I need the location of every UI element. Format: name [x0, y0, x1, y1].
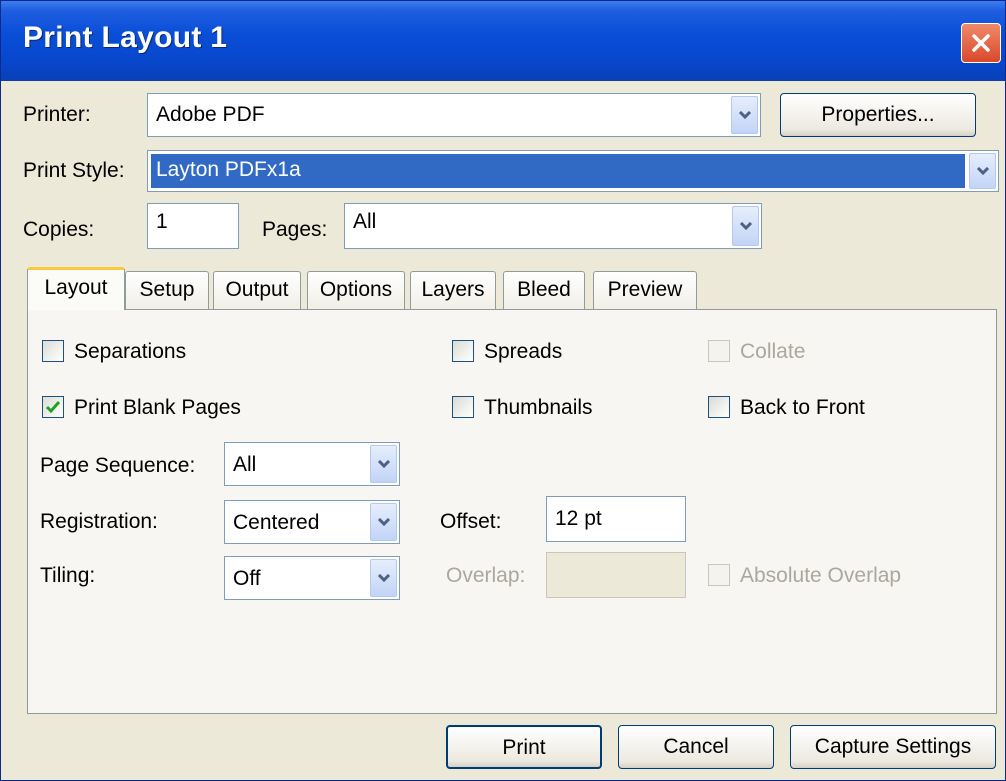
offset-input[interactable]: 12 pt [546, 496, 686, 542]
copies-value: 1 [156, 210, 168, 233]
overlap-label: Overlap: [446, 564, 526, 587]
page-sequence-select[interactable]: All [224, 442, 400, 486]
collate-label: Collate [740, 340, 806, 363]
print-style-label: Print Style: [23, 159, 125, 182]
layout-tab-panel: Separations Spreads Collate Print Blank … [27, 309, 997, 714]
registration-select[interactable]: Centered [224, 500, 400, 544]
title-bar[interactable]: Print Layout 1 [1, 1, 1005, 81]
print-style-select[interactable]: Layton PDFx1a [147, 150, 999, 192]
cancel-button[interactable]: Cancel [618, 725, 774, 769]
pages-dropdown-button[interactable] [732, 206, 759, 246]
printer-value: Adobe PDF [156, 103, 265, 126]
registration-label: Registration: [40, 510, 158, 533]
thumbnails-checkbox[interactable] [452, 396, 474, 418]
registration-value: Centered [233, 511, 320, 534]
window-title: Print Layout 1 [23, 21, 228, 54]
tab-bleed[interactable]: Bleed [503, 271, 585, 309]
page-sequence-label: Page Sequence: [40, 454, 196, 477]
tab-output[interactable]: Output [213, 271, 301, 309]
print-button[interactable]: Print [446, 725, 602, 769]
pages-select[interactable]: All [344, 203, 762, 249]
chevron-down-icon [377, 518, 391, 527]
chevron-down-icon [976, 167, 990, 176]
close-icon [972, 34, 990, 52]
tab-setup[interactable]: Setup [125, 271, 209, 309]
printer-dropdown-button[interactable] [731, 96, 758, 134]
copies-input[interactable]: 1 [147, 203, 239, 249]
chevron-down-icon [377, 460, 391, 469]
tiling-value: Off [233, 567, 261, 590]
checkmark-icon [45, 401, 61, 414]
copies-label: Copies: [23, 218, 95, 241]
print-blank-pages-label: Print Blank Pages [74, 396, 241, 419]
offset-value: 12 pt [555, 507, 602, 530]
print-style-dropdown-button[interactable] [969, 153, 996, 189]
tab-options[interactable]: Options [307, 271, 405, 309]
chevron-down-icon [739, 222, 753, 231]
chevron-down-icon [738, 111, 752, 120]
separations-checkbox[interactable] [42, 340, 64, 362]
pages-label: Pages: [262, 218, 328, 241]
back-to-front-checkbox[interactable] [708, 396, 730, 418]
print-layout-dialog: Print Layout 1 Printer: Adobe PDF Proper… [0, 0, 1006, 781]
tab-preview[interactable]: Preview [593, 271, 697, 309]
tiling-select[interactable]: Off [224, 556, 400, 600]
collate-checkbox[interactable] [708, 340, 730, 362]
page-sequence-value: All [233, 453, 257, 476]
dialog-body: Printer: Adobe PDF Properties... Print S… [1, 81, 1005, 780]
absolute-overlap-checkbox[interactable] [708, 564, 730, 586]
back-to-front-label: Back to Front [740, 396, 865, 419]
tiling-label: Tiling: [40, 564, 96, 587]
page-sequence-dropdown-button[interactable] [370, 445, 397, 483]
absolute-overlap-label: Absolute Overlap [740, 564, 902, 587]
print-blank-pages-checkbox[interactable] [42, 396, 64, 418]
close-button[interactable] [961, 23, 1001, 63]
printer-select[interactable]: Adobe PDF [147, 93, 761, 137]
offset-label: Offset: [440, 510, 502, 533]
capture-settings-button[interactable]: Capture Settings [790, 725, 996, 769]
thumbnails-label: Thumbnails [484, 396, 593, 419]
tab-layers[interactable]: Layers [410, 271, 496, 309]
separations-label: Separations [74, 340, 187, 363]
tiling-dropdown-button[interactable] [370, 559, 397, 597]
pages-value: All [353, 210, 377, 233]
spreads-checkbox[interactable] [452, 340, 474, 362]
spreads-label: Spreads [484, 340, 563, 363]
tab-layout[interactable]: Layout [27, 267, 125, 310]
registration-dropdown-button[interactable] [370, 503, 397, 541]
overlap-input[interactable] [546, 552, 686, 598]
chevron-down-icon [377, 574, 391, 583]
print-style-value: Layton PDFx1a [156, 158, 301, 181]
properties-button[interactable]: Properties... [780, 93, 976, 137]
printer-label: Printer: [23, 103, 91, 126]
